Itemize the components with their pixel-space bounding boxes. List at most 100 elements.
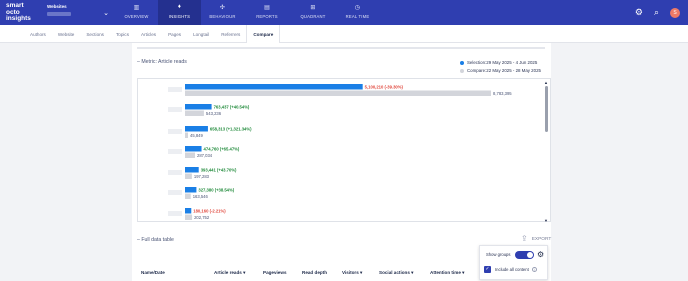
chart-legend: Selection:29 May 2025 - 4 Jun 2025 Compa…	[460, 59, 541, 75]
logo-line: insights	[6, 15, 31, 22]
row-label-redacted	[168, 211, 182, 216]
website-selector[interactable]: Websites ⌄	[40, 0, 115, 25]
column-header[interactable]: Name/Date	[141, 270, 165, 275]
nav-right: ⚙ ⌕ S	[635, 0, 688, 25]
bar-chart-icon: ▥	[133, 5, 140, 11]
selection-data-label: 393,441 (+43.70%)	[201, 168, 237, 173]
include-all-row[interactable]: ✓ Include all content i	[484, 266, 537, 273]
compare-bar	[185, 193, 191, 199]
column-header[interactable]: Social actions ▾	[379, 270, 413, 276]
selection-data-label: 474,760 (+65.47%)	[204, 147, 240, 152]
compare-bar	[185, 214, 193, 220]
show-groups-toggle[interactable]	[515, 251, 534, 259]
compare-data-label: 202,752	[194, 215, 210, 220]
compare-data-label: 197,283	[194, 174, 210, 179]
export-button[interactable]: ⇪ EXPORT	[521, 234, 551, 243]
legend-compare-label: Compare:22 May 2025 - 28 May 2025	[467, 68, 541, 73]
upload-icon: ⇪	[521, 234, 528, 243]
selection-dot-icon	[460, 60, 464, 65]
compare-bar	[185, 90, 491, 96]
compare-data-label: 8,783,395	[493, 91, 512, 96]
table-options-popup: Show groups ⚙ ✓ Include all content i	[479, 245, 548, 280]
selection-bar	[185, 167, 199, 173]
selection-data-label: 5,100,210 (-39.30%)	[365, 85, 404, 90]
search-icon[interactable]: ⌕	[654, 7, 659, 18]
tab-pages[interactable]: Pages	[162, 25, 187, 43]
full-table-title[interactable]: – Full data table	[137, 237, 174, 243]
nav-item-reports[interactable]: ▤ REPORTS	[244, 0, 290, 25]
realtime-icon: ◷	[354, 5, 361, 11]
selection-bar	[185, 146, 202, 152]
info-icon[interactable]: i	[531, 267, 537, 272]
tab-authors[interactable]: Authors	[24, 25, 52, 43]
export-label: EXPORT	[531, 236, 552, 242]
tab-referrers[interactable]: Referrers	[215, 25, 246, 43]
compare-data-label: 543,236	[206, 111, 222, 116]
nav-item-label: BEHAVIOUR	[209, 14, 236, 19]
include-all-checkbox[interactable]: ✓	[484, 266, 491, 273]
selection-data-label: 658,313 (+1,321.34%)	[210, 127, 252, 132]
nav-item-real-time[interactable]: ◷ REAL TIME	[336, 0, 379, 25]
tab-longtail[interactable]: Longtail	[187, 25, 215, 43]
row-label-redacted	[168, 129, 182, 134]
selection-data-label: 327,380 (+38.54%)	[198, 188, 234, 193]
column-header[interactable]: Visitors ▾	[342, 270, 362, 276]
nav-item-overview[interactable]: ▥ OVERVIEW	[115, 0, 158, 25]
compare-dot-icon	[460, 68, 464, 73]
scroll-thumb[interactable]	[545, 86, 548, 132]
tab-website[interactable]: Website	[52, 25, 81, 43]
column-header[interactable]: Read depth	[302, 270, 327, 275]
app-logo[interactable]: smart octo insights	[0, 0, 40, 25]
row-label-redacted	[168, 149, 182, 154]
behaviour-icon: ✣	[219, 5, 226, 11]
reports-icon: ▤	[264, 5, 270, 11]
scroll-up-icon[interactable]: ▲	[544, 80, 548, 85]
selection-bar	[185, 208, 192, 214]
nav-item-label: INSIGHTS	[168, 14, 191, 19]
avatar[interactable]: S	[670, 7, 680, 18]
compare-bar	[185, 173, 192, 179]
legend-compare[interactable]: Compare:22 May 2025 - 28 May 2025	[460, 67, 541, 75]
tab-sections[interactable]: Sections	[80, 25, 110, 43]
row-label-redacted	[168, 170, 182, 175]
compare-data-label: 45,849	[190, 133, 203, 138]
tab-articles[interactable]: Articles	[135, 25, 162, 43]
compare-bar	[185, 152, 195, 158]
selection-bar	[185, 187, 197, 193]
nav-item-label: REPORTS	[256, 14, 278, 19]
legend-selection[interactable]: Selection:29 May 2025 - 4 Jun 2025	[460, 59, 541, 67]
nav-item-insights[interactable]: ♦ INSIGHTS	[158, 0, 201, 25]
show-groups-label: Show groups	[486, 252, 511, 257]
nav-item-label: REAL TIME	[345, 14, 370, 19]
row-label-redacted	[168, 107, 182, 112]
selection-bar	[185, 84, 363, 90]
chart-scrollbar[interactable]: ▲ ▼	[544, 80, 549, 223]
top-navigation: smart octo insights Websites ⌄ ▥ OVERVIEW…	[0, 0, 688, 25]
gear-icon[interactable]: ⚙	[635, 7, 643, 18]
column-header[interactable]: Pageviews	[263, 270, 287, 275]
nav-item-label: OVERVIEW	[124, 14, 149, 19]
column-header[interactable]: Attention time ▾	[430, 270, 464, 276]
metric-title[interactable]: – Metric: Article reads	[137, 59, 187, 65]
bar-chart-svg: 5,100,210 (-39.30%) 8,783,395 763,437 (+40…	[168, 84, 512, 220]
row-label-redacted	[168, 190, 182, 195]
compare-bar	[185, 132, 188, 138]
selection-bar	[185, 104, 212, 110]
chevron-down-icon: ⌄	[103, 10, 109, 17]
tab-topics[interactable]: Topics	[110, 25, 135, 43]
bulb-icon: ♦	[177, 4, 182, 10]
website-value-redacted	[47, 12, 71, 16]
scroll-down-icon[interactable]: ▼	[544, 218, 548, 223]
sub-tabs: Authors Website Sections Topics Articles Page…	[0, 25, 688, 43]
compare-data-label: 287,034	[197, 153, 213, 158]
column-header[interactable]: Article reads ▾	[214, 270, 245, 276]
nav-items: ▥ OVERVIEW ♦ INSIGHTS ✣ BEHAVIOUR ▤ REPORTS ⊞ QUA…	[115, 0, 379, 25]
panel-divider	[137, 47, 545, 49]
gear-icon[interactable]: ⚙	[537, 250, 544, 259]
legend-selection-label: Selection:29 May 2025 - 4 Jun 2025	[467, 60, 538, 65]
tab-compare[interactable]: Compare	[246, 25, 281, 43]
selection-bar	[185, 126, 208, 132]
quadrant-icon: ⊞	[310, 5, 316, 11]
nav-item-quadrant[interactable]: ⊞ QUADRANT	[290, 0, 336, 25]
nav-item-behaviour[interactable]: ✣ BEHAVIOUR	[201, 0, 244, 25]
